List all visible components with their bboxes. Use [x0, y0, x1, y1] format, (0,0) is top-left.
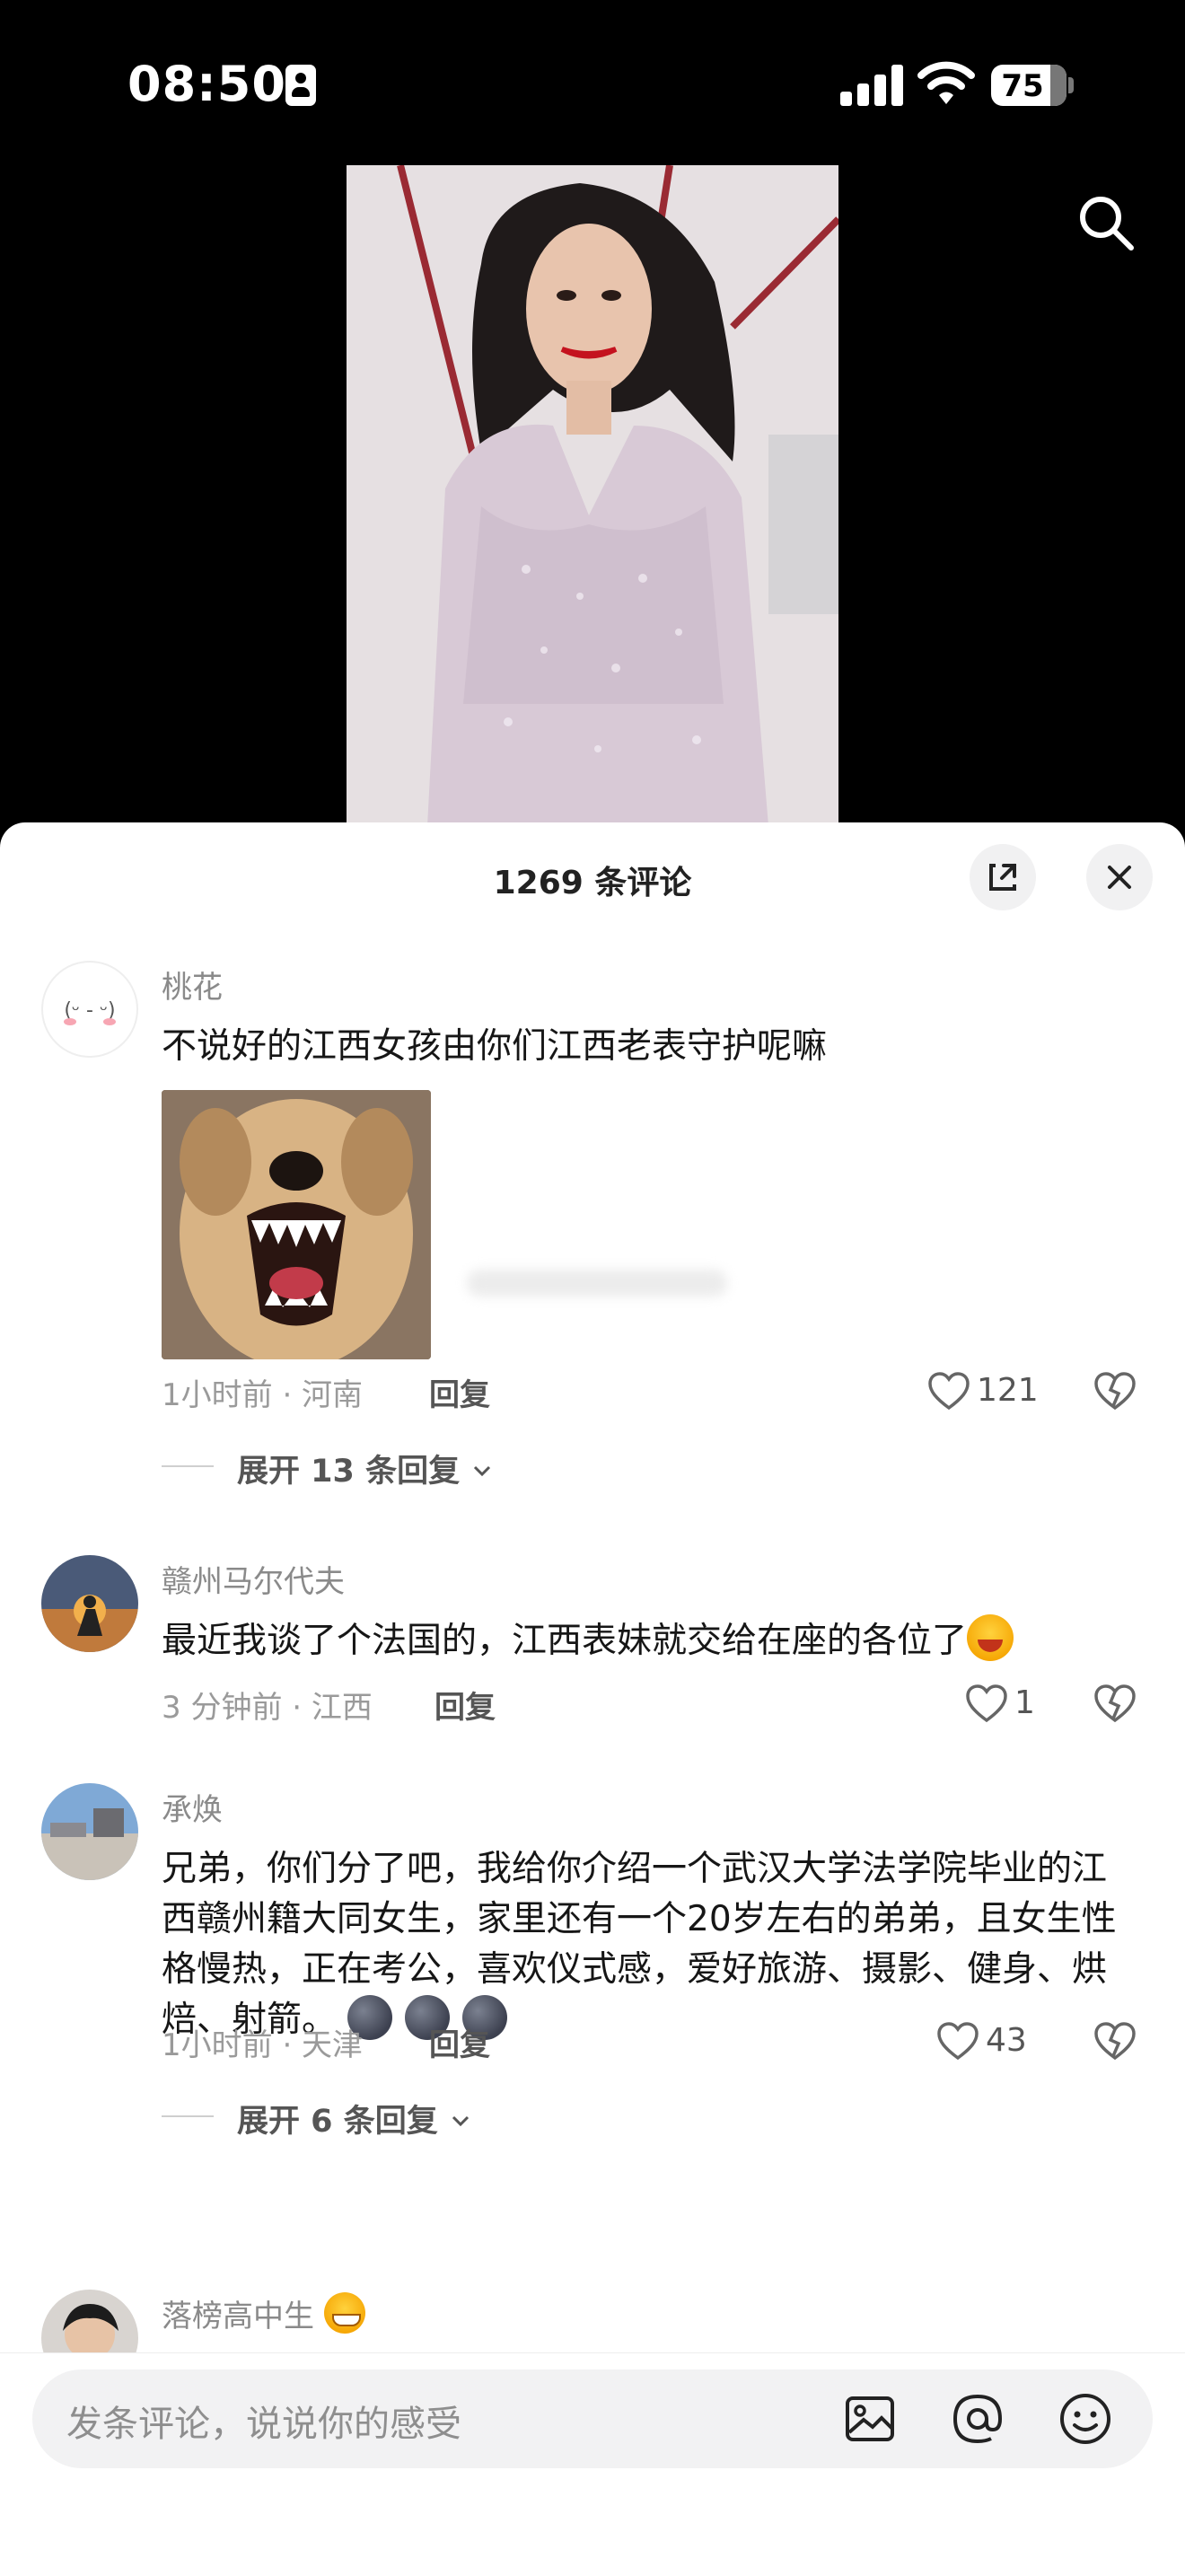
like-button[interactable]: 121 [926, 1370, 1052, 1413]
comment-input-placeholder: 发条评论，说说你的感受 [66, 2404, 461, 2445]
comment-meta: 1小时前 · 河南 [162, 1377, 364, 1413]
battery-percent: 75 [1001, 68, 1044, 104]
battery-icon: 75 [991, 65, 1066, 106]
grin-emoji-icon [323, 2292, 365, 2334]
laughing-emoji-icon [967, 1614, 1014, 1661]
chevron-down-icon [452, 2115, 469, 2127]
expand-replies[interactable]: 展开 13 条回复 [162, 1446, 521, 1490]
heart-icon [928, 1372, 970, 1411]
search-icon[interactable] [1074, 190, 1138, 255]
comment-input[interactable]: 发条评论，说说你的感受 [32, 2369, 1153, 2468]
status-time: 08:50 [127, 56, 286, 112]
avatar[interactable] [41, 1783, 138, 1880]
comment-username[interactable]: 落榜高中生 [162, 2291, 365, 2335]
reply-button[interactable]: 回复 [434, 1683, 496, 1727]
comments-sheet: 1269 条评论 (ᵕ - ᵕ) 桃花 不说好的江西女孩由你们江西老表守护呢嘛 [0, 822, 1185, 2575]
emoji-icon[interactable] [1056, 2389, 1115, 2449]
heart-icon [966, 1684, 1007, 1723]
avatar[interactable]: (ᵕ - ᵕ) [41, 961, 138, 1058]
close-icon [1108, 866, 1131, 889]
id-card-icon [285, 65, 316, 106]
broken-heart-icon[interactable] [1092, 1683, 1138, 1726]
like-count: 1 [1014, 1684, 1035, 1721]
heart-icon [937, 2022, 979, 2061]
expand-replies[interactable]: 展开 6 条回复 [162, 2096, 521, 2140]
signal-icon [840, 65, 903, 106]
like-button[interactable]: 1 [964, 1683, 1054, 1726]
reply-button[interactable]: 回复 [429, 2020, 490, 2064]
like-count: 121 [977, 1372, 1039, 1409]
image-icon[interactable] [840, 2389, 900, 2449]
video-frame [347, 165, 838, 826]
expand-icon [989, 864, 1016, 891]
at-icon[interactable] [948, 2389, 1007, 2449]
comment-username[interactable]: 桃花 [162, 963, 223, 1007]
comment-meta: 3 分钟前 · 江西 [162, 1690, 373, 1726]
wifi-icon [917, 61, 975, 104]
comment-username[interactable]: 赣州马尔代夫 [162, 1557, 345, 1601]
comment-meta: 1小时前 · 天津 [162, 2027, 364, 2063]
close-sheet-button[interactable] [1086, 844, 1153, 910]
comment-text: 兄弟，你们分了吧，我给你介绍一个武汉大学法学院毕业的江西赣州籍大同女生，家里还有… [162, 1849, 1117, 2040]
comment-image[interactable] [162, 1090, 431, 1359]
comment-text: 最近我谈了个法国的，江西表妹就交给在座的各位了 [162, 1614, 1131, 1666]
status-bar: 08:50 75 [0, 0, 1185, 171]
like-button[interactable]: 43 [935, 2020, 1052, 2063]
video-player[interactable] [347, 165, 838, 826]
chevron-down-icon [474, 1465, 491, 1477]
reply-button[interactable]: 回复 [429, 1370, 490, 1414]
comment-username[interactable]: 承焕 [162, 1785, 223, 1829]
expand-replies-label: 展开 6 条回复 [237, 2104, 438, 2140]
comment-composer: 发条评论，说说你的感受 [0, 2352, 1185, 2576]
blurred-sticker [467, 1270, 727, 1297]
broken-heart-icon[interactable] [1092, 2020, 1138, 2063]
like-count: 43 [986, 2022, 1027, 2059]
avatar[interactable] [41, 1555, 138, 1652]
expand-replies-label: 展开 13 条回复 [237, 1454, 461, 1490]
comment-text: 不说好的江西女孩由你们江西老表守护呢嘛 [162, 1026, 828, 1067]
expand-sheet-button[interactable] [970, 844, 1036, 910]
broken-heart-icon[interactable] [1092, 1370, 1138, 1413]
